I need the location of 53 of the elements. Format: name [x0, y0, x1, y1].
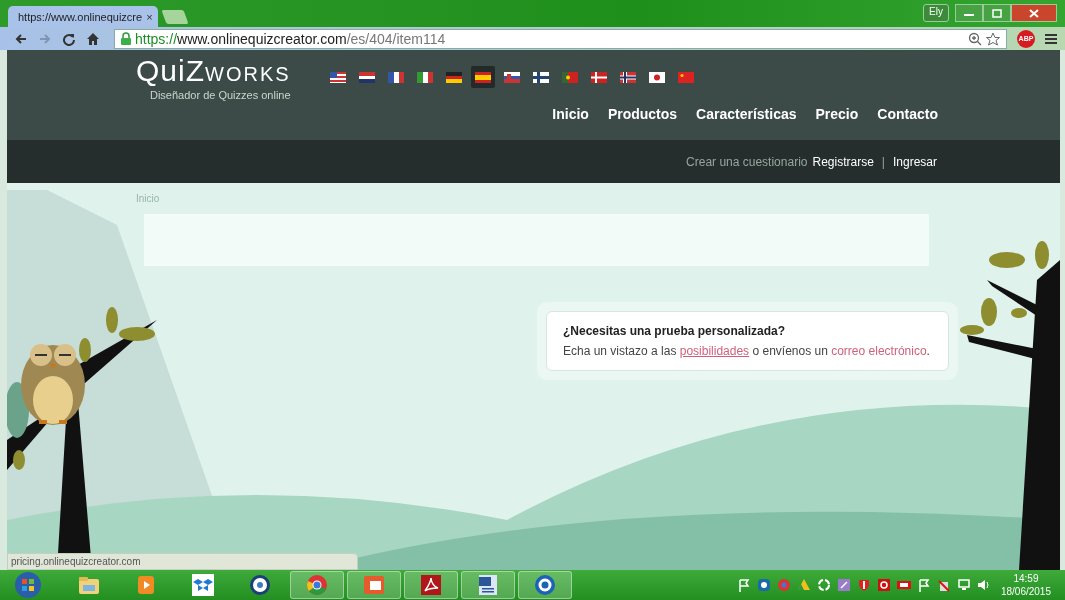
plug-icon[interactable]	[936, 578, 951, 592]
taskbar-app[interactable]	[518, 571, 572, 599]
tagline: Diseñador de Quizzes online	[149, 89, 291, 101]
circle-icon	[533, 573, 557, 597]
language-flag[interactable]	[471, 66, 495, 88]
nav-link[interactable]: Características	[696, 106, 797, 122]
slides-icon	[362, 573, 386, 597]
reload-icon[interactable]	[62, 31, 76, 46]
disc-icon	[248, 573, 272, 597]
url-text: https://www.onlinequizcreator.com/es/404/item114	[135, 30, 446, 47]
clock-date: 18/06/2015	[1000, 585, 1051, 598]
nav-link[interactable]: Inicio	[552, 106, 589, 122]
home-icon[interactable]	[86, 31, 100, 46]
taskbar-app[interactable]	[461, 571, 515, 599]
possibilities-link[interactable]: posibilidades	[679, 344, 750, 358]
user-badge[interactable]: Ely	[923, 4, 949, 22]
address-bar[interactable]: https://www.onlinequizcreator.com/es/404/item114	[114, 28, 1007, 49]
menu-icon[interactable]	[1045, 32, 1057, 45]
card-title: ¿Necesitas una prueba personalizada?	[563, 324, 787, 338]
browser-tab[interactable]: https://www.onlinequizcre ×	[8, 6, 158, 27]
clock-time: 14:59	[1013, 572, 1039, 585]
box-icon	[191, 573, 215, 597]
close-button[interactable]	[1011, 4, 1057, 22]
status-bubble: pricing.onlinequizcreator.com	[7, 553, 358, 570]
zoom-icon[interactable]	[968, 31, 982, 46]
note-icon[interactable]	[836, 578, 851, 592]
card-text: Echa un vistazo a las posibilidades o envíenos un correo electrónico.	[563, 344, 931, 358]
login-link[interactable]: Ingresar	[892, 154, 937, 169]
minimize-button[interactable]	[955, 4, 983, 22]
sync-icon[interactable]	[816, 578, 831, 592]
monitor-icon[interactable]	[956, 578, 971, 592]
close-icon	[1029, 8, 1039, 18]
flag-icon[interactable]	[916, 578, 931, 592]
logo[interactable]: QuiZWORKS	[136, 56, 291, 89]
lock-icon	[121, 32, 131, 45]
taskbar-app[interactable]	[404, 571, 458, 599]
restore-icon	[992, 8, 1002, 18]
star-icon[interactable]	[986, 31, 1000, 46]
document-icon	[419, 573, 443, 597]
email-link[interactable]: correo electrónico	[831, 344, 927, 358]
nav-link[interactable]: Precio	[815, 106, 859, 122]
register-link[interactable]: Registrarse	[812, 154, 874, 169]
nav-link[interactable]: Productos	[607, 106, 678, 122]
close-tab-button[interactable]: ×	[146, 10, 153, 23]
start-button[interactable]	[14, 571, 42, 599]
chrome-icon	[305, 573, 329, 597]
flag-icon[interactable]	[736, 578, 751, 592]
back-icon[interactable]	[14, 31, 28, 46]
nav-link[interactable]: Contacto	[877, 106, 938, 122]
create-quiz-text: Crear una cuestionario	[686, 154, 808, 169]
speaker-icon[interactable]	[976, 578, 991, 592]
document-icon	[476, 573, 500, 597]
separator: |	[881, 154, 885, 169]
